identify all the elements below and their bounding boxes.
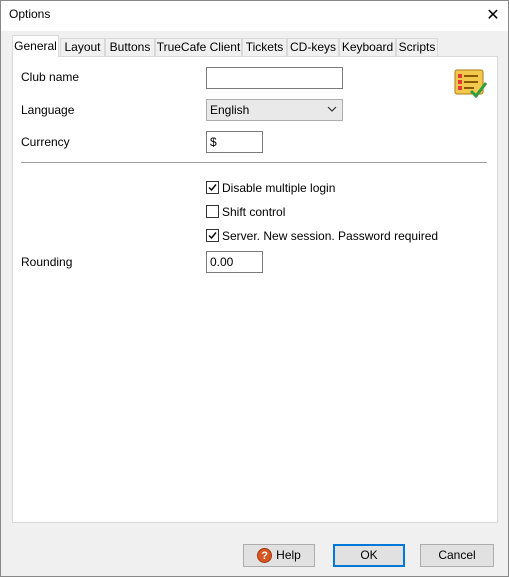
- password-required-checkbox[interactable]: [206, 229, 219, 242]
- close-button[interactable]: ✕: [478, 1, 508, 29]
- checkmark-icon: [208, 184, 217, 192]
- tab-scripts[interactable]: Scripts: [396, 38, 438, 57]
- tab-label: Tickets: [245, 40, 284, 54]
- currency-label: Currency: [21, 135, 70, 149]
- tab-label: TrueCafe Client: [156, 40, 241, 54]
- ok-label: OK: [360, 548, 378, 562]
- club-name-field[interactable]: [206, 67, 343, 89]
- shift-control-label: Shift control: [222, 205, 286, 219]
- language-label: Language: [21, 103, 75, 117]
- tab-keyboard[interactable]: Keyboard: [339, 38, 396, 57]
- tab-label: Scripts: [398, 40, 436, 54]
- tab-tickets[interactable]: Tickets: [242, 38, 287, 57]
- general-panel: Club name Language English Currency $ Di…: [12, 56, 498, 523]
- checklist-icon: [454, 69, 487, 99]
- tab-buttons[interactable]: Buttons: [105, 38, 155, 57]
- close-icon: ✕: [486, 7, 500, 24]
- currency-field[interactable]: $: [206, 131, 263, 153]
- help-icon: ?: [257, 548, 273, 564]
- tab-layout[interactable]: Layout: [60, 38, 105, 57]
- tab-truecafe-client[interactable]: TrueCafe Client: [155, 38, 242, 57]
- club-name-label: Club name: [21, 70, 80, 84]
- language-select[interactable]: English: [206, 99, 343, 121]
- cancel-label: Cancel: [438, 548, 476, 562]
- checkmark-icon: [208, 232, 217, 240]
- tab-label: Layout: [64, 40, 101, 54]
- help-label: Help: [276, 548, 301, 562]
- disable-multiple-login-label: Disable multiple login: [222, 181, 336, 195]
- language-value: English: [210, 103, 250, 117]
- divider: [21, 162, 487, 164]
- tab-cd-keys[interactable]: CD-keys: [287, 38, 339, 57]
- help-button[interactable]: ? Help: [243, 544, 315, 567]
- tab-label: CD-keys: [289, 40, 336, 54]
- ok-button[interactable]: OK: [333, 544, 405, 567]
- password-required-label: Server. New session. Password required: [222, 229, 439, 243]
- options-dialog: Options ✕ General Layout Buttons TrueCaf…: [0, 0, 509, 577]
- window-title: Options: [9, 7, 51, 21]
- cancel-button[interactable]: Cancel: [420, 544, 494, 567]
- rounding-label: Rounding: [21, 255, 73, 269]
- tab-label: Buttons: [109, 40, 151, 54]
- chevron-down-icon: [327, 102, 337, 123]
- disable-multiple-login-checkbox[interactable]: [206, 181, 219, 194]
- tab-label: General: [14, 39, 57, 53]
- tab-general[interactable]: General: [12, 35, 59, 57]
- rounding-field[interactable]: 0.00: [206, 251, 263, 273]
- tab-label: Keyboard: [341, 40, 394, 54]
- title-bar: Options ✕: [1, 1, 508, 31]
- shift-control-checkbox[interactable]: [206, 205, 219, 218]
